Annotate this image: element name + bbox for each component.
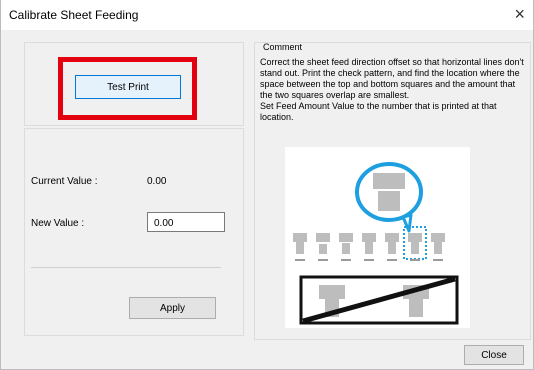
current-value-label: Current Value : bbox=[31, 176, 98, 187]
calibration-illustration bbox=[285, 147, 470, 328]
highlight-box bbox=[58, 57, 197, 120]
calibrate-dialog: Calibrate Sheet Feeding × Test Print Cur… bbox=[0, 0, 534, 370]
feed-pattern-icon bbox=[293, 162, 459, 325]
comment-title: Comment bbox=[263, 42, 303, 52]
dialog-title: Calibrate Sheet Feeding bbox=[9, 8, 139, 22]
new-value-label: New Value : bbox=[31, 218, 85, 229]
title-bar: Calibrate Sheet Feeding × bbox=[1, 0, 533, 30]
current-value: 0.00 bbox=[147, 176, 167, 187]
divider bbox=[31, 267, 221, 268]
new-value-input[interactable] bbox=[147, 212, 225, 232]
close-button[interactable]: Close bbox=[464, 345, 524, 365]
comment-text: Correct the sheet feed direction offset … bbox=[260, 57, 524, 122]
apply-button[interactable]: Apply bbox=[129, 297, 216, 319]
close-icon[interactable]: × bbox=[514, 4, 525, 24]
